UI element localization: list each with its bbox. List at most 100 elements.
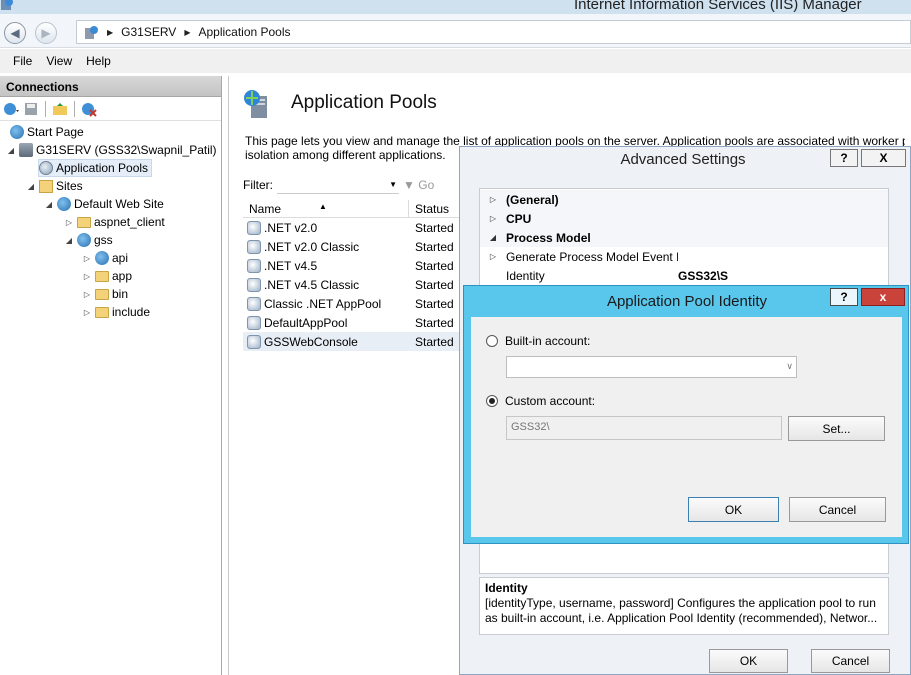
- tree-item-include[interactable]: ▷ include: [82, 303, 150, 321]
- collapse-arrow-icon[interactable]: ◢: [6, 146, 16, 155]
- connect-globe-icon[interactable]: [3, 101, 19, 117]
- table-row[interactable]: .NET v2.0 Classic Started: [243, 237, 462, 256]
- pool-name: Classic .NET AppPool: [264, 296, 382, 311]
- folder-icon: [95, 288, 109, 300]
- filter-bar: Filter: ▼ ▼ Go: [243, 174, 463, 196]
- property-label: Identity: [506, 268, 545, 283]
- column-header-status[interactable]: Status: [409, 200, 449, 217]
- expand-arrow-icon[interactable]: ▷: [82, 272, 92, 281]
- go-button[interactable]: ▼ Go: [403, 178, 434, 192]
- category-process-model[interactable]: ◢ Process Model: [480, 228, 888, 247]
- expand-arrow-icon[interactable]: ▷: [480, 195, 506, 204]
- tree-item-aspnet-client[interactable]: ▷ aspnet_client: [64, 213, 165, 231]
- tree-item-server[interactable]: ◢ G31SERV (GSS32\Swapnil_Patil): [6, 141, 217, 159]
- expand-arrow-icon[interactable]: ▷: [480, 214, 506, 223]
- custom-account-label: Custom account:: [505, 394, 596, 408]
- application-icon: [95, 251, 109, 265]
- close-button[interactable]: X: [861, 149, 906, 167]
- breadcrumb-app-pools[interactable]: Application Pools: [198, 25, 290, 39]
- filter-input[interactable]: ▼: [277, 176, 399, 194]
- cancel-button[interactable]: Cancel: [811, 649, 890, 673]
- breadcrumb[interactable]: ▶ G31SERV ▶ Application Pools: [76, 20, 911, 44]
- table-row[interactable]: .NET v4.5 Classic Started: [243, 275, 462, 294]
- up-folder-icon[interactable]: [52, 101, 68, 117]
- help-button[interactable]: ?: [830, 149, 858, 167]
- cancel-button[interactable]: Cancel: [789, 497, 886, 522]
- table-row[interactable]: Classic .NET AppPool Started: [243, 294, 462, 313]
- expand-arrow-icon[interactable]: ▷: [82, 290, 92, 299]
- custom-account-field: GSS32\: [506, 416, 782, 440]
- set-button[interactable]: Set...: [788, 416, 885, 441]
- connections-panel: Connections Start Page ◢ G31SERV (GSS32\…: [0, 76, 222, 675]
- category-general[interactable]: ▷ (General): [480, 190, 888, 209]
- back-arrow-icon: ◀: [10, 26, 20, 40]
- connections-toolbar: [0, 97, 221, 121]
- folder-icon: [95, 270, 109, 282]
- tree-item-application-pools[interactable]: Application Pools: [38, 159, 153, 177]
- expand-arrow-icon[interactable]: ▷: [64, 218, 74, 227]
- toolbar-divider: [45, 100, 46, 117]
- collapse-arrow-icon[interactable]: ◢: [26, 182, 36, 191]
- table-row[interactable]: DefaultAppPool Started: [243, 313, 462, 332]
- tree-item-gss[interactable]: ◢ gss: [64, 231, 113, 249]
- window-title-bar: Internet Information Services (IIS) Mana…: [0, 0, 911, 14]
- forward-button[interactable]: ▶: [35, 22, 57, 44]
- collapse-arrow-icon[interactable]: ◢: [480, 233, 506, 242]
- application-pools-list: Name ▲ Status .NET v2.0 Started .NET v2.…: [243, 200, 463, 675]
- builtin-account-radio[interactable]: [486, 335, 498, 347]
- ok-button[interactable]: OK: [688, 497, 779, 522]
- property-identity[interactable]: Identity GSS32\S: [480, 266, 888, 285]
- custom-account-radio[interactable]: [486, 395, 498, 407]
- tree-item-label: api: [112, 251, 129, 265]
- expand-arrow-icon[interactable]: ▷: [82, 254, 92, 263]
- help-button[interactable]: ?: [830, 288, 858, 306]
- disconnect-icon[interactable]: [81, 101, 97, 117]
- save-icon[interactable]: [23, 101, 39, 117]
- tree-item-default-web-site[interactable]: ◢ Default Web Site: [44, 195, 164, 213]
- close-button[interactable]: x: [861, 288, 905, 306]
- pool-status: Started: [415, 315, 454, 330]
- tree-item-app[interactable]: ▷ app: [82, 267, 132, 285]
- tree-item-sites[interactable]: ◢ Sites: [26, 177, 83, 195]
- category-cpu[interactable]: ▷ CPU: [480, 209, 888, 228]
- menu-file[interactable]: File: [6, 54, 39, 68]
- collapse-arrow-icon[interactable]: ◢: [44, 200, 54, 209]
- application-pools-icon: [39, 161, 53, 175]
- menu-view[interactable]: View: [39, 54, 79, 68]
- pool-name: .NET v4.5: [264, 258, 318, 273]
- app-pool-icon: [247, 239, 261, 254]
- sort-ascending-icon: ▲: [319, 202, 327, 211]
- expand-arrow-icon[interactable]: ▷: [480, 252, 506, 261]
- app-pool-icon: [247, 296, 261, 311]
- breadcrumb-separator-icon: ▶: [107, 27, 114, 37]
- back-button[interactable]: ◀: [4, 22, 26, 44]
- application-icon: [77, 233, 91, 247]
- tree-item-bin[interactable]: ▷ bin: [82, 285, 128, 303]
- table-row[interactable]: .NET v4.5 Started: [243, 256, 462, 275]
- pool-status: Started: [415, 334, 454, 349]
- ok-button[interactable]: OK: [709, 649, 788, 673]
- property-generate-event[interactable]: ▷ Generate Process Model Event L: [480, 247, 888, 266]
- property-value: GSS32\S: [678, 268, 729, 283]
- pool-name: .NET v2.0 Classic: [264, 239, 360, 254]
- breadcrumb-server[interactable]: G31SERV: [121, 25, 176, 39]
- builtin-account-select[interactable]: ∨: [506, 356, 797, 378]
- tree-item-api[interactable]: ▷ api: [82, 249, 128, 267]
- menu-help[interactable]: Help: [79, 54, 118, 68]
- expand-arrow-icon[interactable]: ▷: [82, 308, 92, 317]
- filter-label: Filter:: [243, 178, 273, 192]
- column-header-name[interactable]: Name ▲: [243, 200, 409, 217]
- server-icon: [19, 143, 33, 157]
- tree-item-start-page[interactable]: Start Page: [10, 123, 84, 141]
- column-status-label: Status: [415, 202, 450, 216]
- collapse-arrow-icon[interactable]: ◢: [64, 236, 74, 245]
- dropdown-arrow-icon[interactable]: ▼: [389, 180, 397, 189]
- start-page-icon: [10, 125, 24, 139]
- category-label: (General): [506, 192, 559, 207]
- dialog-title-text: Advanced Settings: [620, 151, 746, 168]
- app-pool-icon: [247, 334, 261, 349]
- home-server-icon: [85, 26, 98, 39]
- table-row-selected[interactable]: GSSWebConsole Started: [243, 332, 462, 351]
- pool-status: Started: [415, 258, 454, 273]
- table-row[interactable]: .NET v2.0 Started: [243, 218, 462, 237]
